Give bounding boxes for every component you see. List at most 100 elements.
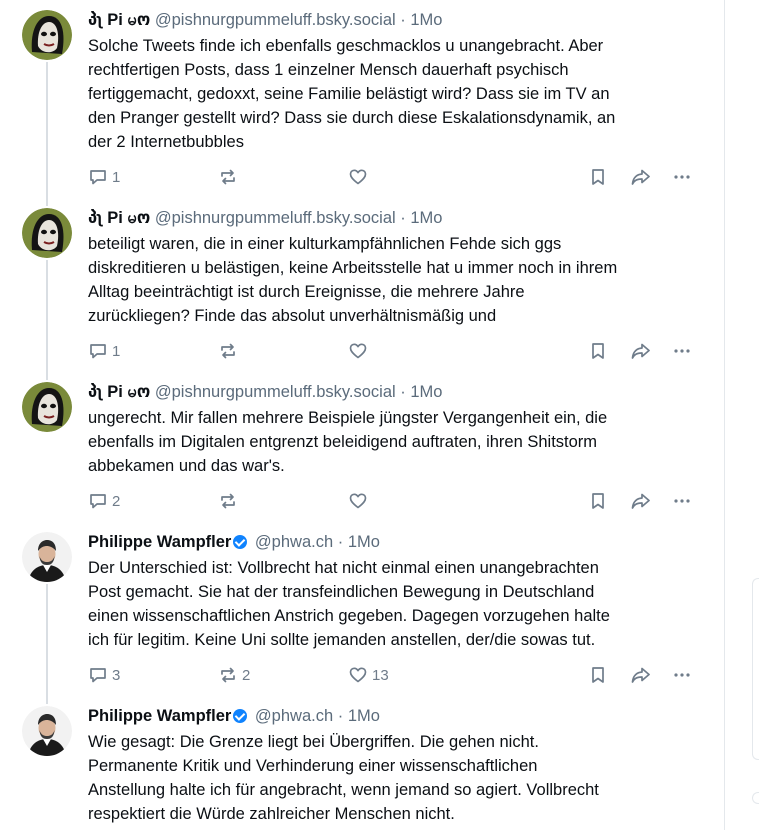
author-name[interactable]: Philippe Wampfler <box>88 533 231 551</box>
share-icon <box>631 493 650 509</box>
post[interactable]: პʅ Pi မო @pishnurgpummeluff.bsky.social … <box>0 0 724 202</box>
post-text-line: der 2 Internetbubbles <box>88 133 244 151</box>
author-handle[interactable]: @phwa.ch <box>255 533 333 551</box>
post-text-line: Wie gesagt: Die Grenze liegt bei Übergri… <box>88 733 539 751</box>
post-text-line: den Pranger gestellt wird? Dass sie durc… <box>88 109 616 127</box>
share-button[interactable] <box>630 491 672 511</box>
post-text-line: diskreditieren u belästigen, keine Arbei… <box>88 259 618 277</box>
post-text-line: ebenfalls im Digitalen entgrenzt beleidi… <box>88 433 598 451</box>
repost-button[interactable]: 2 <box>218 665 348 685</box>
bookmark-icon <box>592 493 604 509</box>
post-text-line: ungerecht. Mir fallen mehrere Beispiele … <box>88 409 608 427</box>
post-time[interactable]: · 1Mo <box>400 209 442 227</box>
author-handle[interactable]: @pishnurgpummeluff.bsky.social <box>155 11 396 29</box>
more-icon <box>674 673 690 677</box>
avatar[interactable] <box>22 382 72 432</box>
post-content: პʅ Pi မო @pishnurgpummeluff.bsky.social … <box>88 382 708 478</box>
like-button[interactable] <box>348 167 428 187</box>
bookmark-icon <box>592 169 604 185</box>
post[interactable]: Philippe Wampfler @phwa.ch · 1Mo Der Unt… <box>0 522 724 698</box>
thread-line <box>46 372 48 380</box>
like-count: 13 <box>372 666 389 684</box>
share-button[interactable] <box>630 665 672 685</box>
post-actions: 1 <box>88 339 700 363</box>
author-name[interactable]: პʅ Pi မო <box>88 383 150 401</box>
post-time[interactable]: · 1Mo <box>338 533 380 551</box>
post[interactable]: პʅ Pi မო @pishnurgpummeluff.bsky.social … <box>0 372 724 522</box>
more-options-button[interactable] <box>672 341 700 361</box>
author-handle[interactable]: @pishnurgpummeluff.bsky.social <box>155 383 396 401</box>
post-text-line: zurückliegen? Finde das absolut unverhäl… <box>88 307 497 325</box>
share-button[interactable] <box>630 167 672 187</box>
post-header: Philippe Wampfler @phwa.ch · 1Mo <box>88 706 708 726</box>
avatar[interactable] <box>22 532 72 582</box>
post-text-line: beteiligt waren, die in einer kulturkamp… <box>88 235 562 253</box>
repost-icon <box>221 493 235 509</box>
reply-count: 1 <box>112 342 121 360</box>
repost-button[interactable] <box>218 491 348 511</box>
repost-button[interactable] <box>218 341 348 361</box>
post-text-line: ich für legitim. Keine Uni sollte jemand… <box>88 631 596 649</box>
heart-icon <box>349 169 367 185</box>
post-time[interactable]: · 1Mo <box>338 707 380 725</box>
share-button[interactable] <box>630 341 672 361</box>
avatar[interactable] <box>22 10 72 60</box>
repost-icon <box>221 343 235 359</box>
post-actions: 3 2 13 <box>88 663 700 687</box>
post-text-line: respektiert die Würde zahlreicher Mensch… <box>88 805 455 823</box>
more-options-button[interactable] <box>672 491 700 511</box>
post-header: პʅ Pi မო @pishnurgpummeluff.bsky.social … <box>88 10 708 30</box>
bookmark-button[interactable] <box>588 491 630 511</box>
like-button[interactable]: 13 <box>348 665 428 685</box>
post-text-line: rechtfertigen Posts, dass 1 einzelner Me… <box>88 61 569 79</box>
reply-button[interactable]: 1 <box>88 341 218 361</box>
like-button[interactable] <box>348 341 428 361</box>
post-header: Philippe Wampfler @phwa.ch · 1Mo <box>88 532 708 552</box>
post-text-line: Der Unterschied ist: Vollbrecht hat nich… <box>88 559 599 577</box>
reply-button[interactable]: 2 <box>88 491 218 511</box>
post[interactable]: Philippe Wampfler @phwa.ch · 1Mo Wie ges… <box>0 696 724 830</box>
author-handle[interactable]: @pishnurgpummeluff.bsky.social <box>155 209 396 227</box>
author-name[interactable]: პʅ Pi မო <box>88 11 150 29</box>
reply-button[interactable]: 3 <box>88 665 218 685</box>
bookmark-button[interactable] <box>588 341 630 361</box>
side-panel-edge <box>752 792 759 804</box>
post-text-line: einen wissenschaftlichen Anstrich gegebe… <box>88 607 610 625</box>
author-name[interactable]: პʅ Pi မო <box>88 209 150 227</box>
bookmark-icon <box>592 343 604 359</box>
heart-icon <box>349 493 367 509</box>
reply-icon <box>90 494 106 509</box>
more-options-button[interactable] <box>672 167 700 187</box>
verified-badge-icon <box>233 709 248 723</box>
post-header: პʅ Pi မო @pishnurgpummeluff.bsky.social … <box>88 208 708 228</box>
share-icon <box>631 667 650 683</box>
reply-icon <box>90 344 106 359</box>
bookmark-button[interactable] <box>588 665 630 685</box>
author-name[interactable]: Philippe Wampfler <box>88 707 231 725</box>
bookmark-button[interactable] <box>588 167 630 187</box>
side-panel-edge <box>752 578 759 760</box>
post-text-line: Permanente Kritik und Verhinderung einer… <box>88 757 538 775</box>
author-handle[interactable]: @phwa.ch <box>255 707 333 725</box>
post-content: პʅ Pi မო @pishnurgpummeluff.bsky.social … <box>88 208 708 328</box>
avatar[interactable] <box>22 208 72 258</box>
reply-count: 3 <box>112 666 121 684</box>
thread-feed: პʅ Pi မო @pishnurgpummeluff.bsky.social … <box>0 0 725 830</box>
post[interactable]: პʅ Pi မო @pishnurgpummeluff.bsky.social … <box>0 198 724 374</box>
more-icon <box>674 499 690 503</box>
thread-line <box>46 584 48 698</box>
repost-button[interactable] <box>218 167 348 187</box>
post-text-line: Alltag beeinträchtigt ist durch Ereignis… <box>88 283 525 301</box>
like-button[interactable] <box>348 491 428 511</box>
post-text: Solche Tweets finde ich ebenfalls geschm… <box>88 34 708 154</box>
post-text-line: fertiggemacht, gedoxxt, seine Familie be… <box>88 85 610 103</box>
post-text: ungerecht. Mir fallen mehrere Beispiele … <box>88 406 708 478</box>
more-options-button[interactable] <box>672 665 700 685</box>
post-time[interactable]: · 1Mo <box>400 11 442 29</box>
reply-button[interactable]: 1 <box>88 167 218 187</box>
avatar[interactable] <box>22 706 72 756</box>
repost-count: 2 <box>242 666 251 684</box>
thread-line <box>46 198 48 206</box>
post-header: პʅ Pi မო @pishnurgpummeluff.bsky.social … <box>88 382 708 402</box>
post-time[interactable]: · 1Mo <box>400 383 442 401</box>
